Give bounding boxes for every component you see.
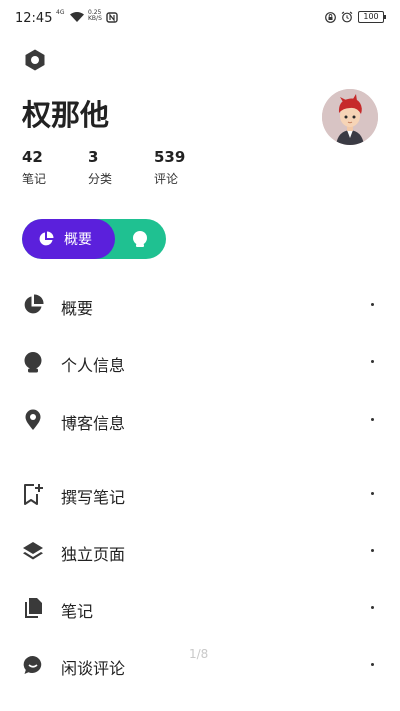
menu-item-label: 笔记 xyxy=(61,602,94,621)
more-dot-icon xyxy=(371,418,374,421)
page-indicator: 1/8 xyxy=(189,647,209,661)
battery-indicator: 100 xyxy=(358,11,386,23)
profile-stats: 42 笔记 3 分类 539 评论 xyxy=(22,148,220,187)
stat-label: 分类 xyxy=(88,172,113,186)
more-dot-icon xyxy=(371,360,374,363)
network-speed: 0.25 KB/S xyxy=(88,9,102,22)
menu-item-overview[interactable]: 概要 xyxy=(0,285,400,325)
stat-label: 评论 xyxy=(154,172,179,186)
menu-item-standalone-pages[interactable]: 独立页面 xyxy=(0,531,400,571)
toggle-overview-button[interactable]: 概要 xyxy=(22,219,115,259)
menu-item-write-note[interactable]: 撰写笔记 xyxy=(0,474,400,514)
files-icon xyxy=(25,598,42,618)
signal-indicator: 4G xyxy=(56,9,65,16)
stat-value: 42 xyxy=(22,148,43,166)
wifi-icon xyxy=(70,12,84,22)
toggle-active-label: 概要 xyxy=(64,232,92,248)
stat-categories[interactable]: 3 分类 xyxy=(88,148,154,187)
hexagon-logo-icon xyxy=(25,49,45,71)
pie-chart-icon xyxy=(39,231,54,246)
view-toggle[interactable]: 概要 xyxy=(22,219,166,259)
stat-comments[interactable]: 539 评论 xyxy=(154,148,220,187)
more-dot-icon xyxy=(371,606,374,609)
menu-item-label: 博客信息 xyxy=(61,414,126,433)
location-pin-icon xyxy=(25,409,41,430)
more-dot-icon xyxy=(371,492,374,495)
menu-item-label: 闲谈评论 xyxy=(61,659,126,678)
chat-bubble-icon xyxy=(23,655,42,674)
stat-notes[interactable]: 42 笔记 xyxy=(22,148,88,187)
menu-item-label: 概要 xyxy=(61,299,94,318)
more-dot-icon xyxy=(371,303,374,306)
status-bar: 12:45 4G 0.25 KB/S 100 xyxy=(0,0,400,38)
profile-name: 权那他 xyxy=(22,98,110,132)
lock-icon xyxy=(325,11,336,23)
pie-chart-icon xyxy=(24,294,44,314)
menu-item-label: 独立页面 xyxy=(61,545,126,564)
more-dot-icon xyxy=(371,663,374,666)
menu-item-label: 个人信息 xyxy=(61,356,126,375)
stat-value: 539 xyxy=(154,148,186,166)
avatar[interactable] xyxy=(322,89,378,145)
menu-item-personal-info[interactable]: 个人信息 xyxy=(0,342,400,382)
menu-item-label: 撰写笔记 xyxy=(61,488,126,507)
status-right: 100 xyxy=(325,11,386,23)
layers-icon xyxy=(23,542,43,560)
avatar-illustration xyxy=(322,89,378,145)
menu-item-blog-info[interactable]: 博客信息 xyxy=(0,400,400,440)
stat-value: 3 xyxy=(88,148,99,166)
bookmark-add-icon xyxy=(24,484,43,505)
person-icon[interactable] xyxy=(131,230,149,248)
more-dot-icon xyxy=(371,549,374,552)
person-icon xyxy=(24,352,42,373)
nfc-icon xyxy=(106,12,118,23)
status-time: 12:45 xyxy=(15,11,53,26)
alarm-icon xyxy=(341,11,353,23)
menu-item-notes[interactable]: 笔记 xyxy=(0,588,400,628)
stat-label: 笔记 xyxy=(22,172,47,186)
